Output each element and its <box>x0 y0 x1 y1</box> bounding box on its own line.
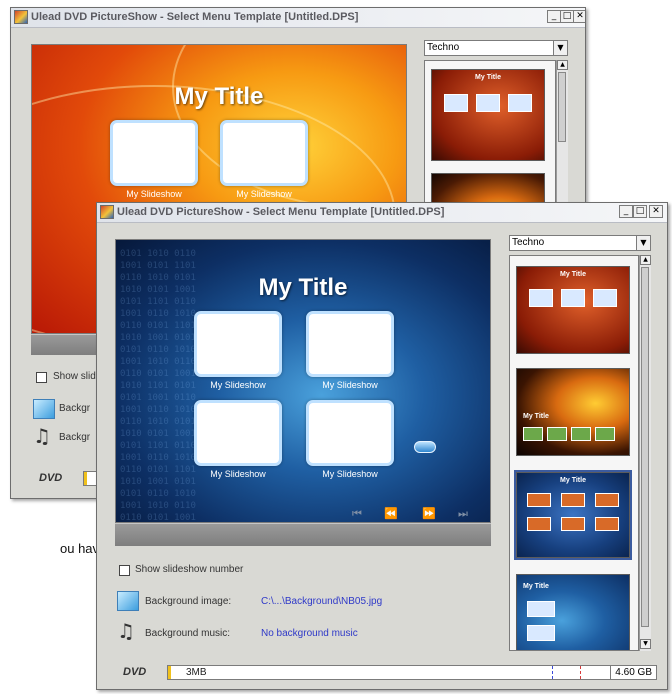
background-music-label: Background music: <box>145 628 231 639</box>
template-title: My Title <box>523 583 549 590</box>
show-numbers-checkbox[interactable] <box>119 565 130 576</box>
template-thumbnail[interactable]: My Title <box>516 368 630 456</box>
capacity-marker <box>552 666 553 679</box>
window-title: Ulead DVD PictureShow - Select Menu Temp… <box>31 11 359 23</box>
scroll-thumb[interactable] <box>558 72 566 142</box>
template-mini-thumb <box>523 427 543 441</box>
template-mini-thumb <box>561 517 585 531</box>
capacity-fill <box>168 666 171 679</box>
theme-dropdown-value: Techno <box>427 42 460 53</box>
menu-preview: 0101 1010 0110 1001 0101 1101 0110 1010 … <box>115 239 491 523</box>
slideshow-thumbnail[interactable] <box>194 311 282 377</box>
slideshow-label: My Slideshow <box>236 189 292 199</box>
template-thumbnail[interactable]: My Title <box>516 266 630 354</box>
background-music-label: Backgr <box>59 432 91 443</box>
chevron-down-icon[interactable]: ▼ <box>636 236 650 250</box>
scroll-up-button[interactable]: ▲ <box>557 60 568 70</box>
theme-dropdown[interactable]: Techno ▼ <box>509 235 651 251</box>
template-thumbnail-selected[interactable]: My Title <box>514 470 632 560</box>
menu-title: My Title <box>258 274 348 301</box>
template-mini-thumb <box>595 493 619 507</box>
template-mini-thumb <box>527 517 551 531</box>
slideshow-thumbnail[interactable] <box>194 400 282 466</box>
template-title: My Title <box>560 271 586 278</box>
dvd-logo: DVD <box>39 472 63 484</box>
scroll-up-button[interactable]: ▲ <box>640 255 651 265</box>
first-icon[interactable]: ⏮ <box>352 507 362 521</box>
slideshow-thumbnail[interactable] <box>306 311 394 377</box>
window-title: Ulead DVD PictureShow - Select Menu Temp… <box>117 206 445 218</box>
template-mini-thumb <box>529 289 553 307</box>
music-note-icon[interactable]: ♫ <box>33 426 51 446</box>
capacity-bar: 3MB 4.60 GB <box>167 665 657 680</box>
slideshow-label: My Slideshow <box>322 380 378 390</box>
template-mini-thumb <box>593 289 617 307</box>
template-title: My Title <box>560 477 586 484</box>
template-mini-thumb <box>561 289 585 307</box>
template-mini-thumb <box>508 94 532 112</box>
slideshow-thumbnail[interactable] <box>306 400 394 466</box>
preview-nav-bar <box>115 523 491 546</box>
maximize-button[interactable]: □ <box>633 205 647 218</box>
template-mini-thumb <box>527 493 551 507</box>
capacity-fill <box>84 472 87 485</box>
app-icon <box>100 205 114 219</box>
capacity-marker <box>580 666 581 679</box>
background-image-label: Backgr <box>59 403 91 414</box>
template-mini-thumb <box>527 625 555 641</box>
slideshow-label: My Slideshow <box>210 469 266 479</box>
template-mini-thumb <box>571 427 591 441</box>
rewind-icon[interactable]: ⏪ <box>384 507 398 520</box>
background-image-icon[interactable] <box>33 399 55 419</box>
app-icon <box>14 10 28 24</box>
background-music-value[interactable]: No background music <box>261 628 358 639</box>
template-thumbnail[interactable]: My Title <box>516 574 630 650</box>
close-button[interactable]: ✕ <box>573 10 585 23</box>
minimize-button[interactable]: _ <box>547 10 561 23</box>
front-window: Ulead DVD PictureShow - Select Menu Temp… <box>96 202 668 690</box>
template-list[interactable]: My Title My Title My Title My Title <box>509 255 639 651</box>
template-thumbnail[interactable]: My Title <box>431 69 545 161</box>
template-mini-thumb <box>527 601 555 617</box>
background-image-label: Background image: <box>145 596 232 607</box>
template-mini-thumb <box>547 427 567 441</box>
template-mini-thumb <box>561 493 585 507</box>
theme-dropdown[interactable]: Techno ▼ <box>424 40 568 56</box>
slideshow-label: My Slideshow <box>126 189 182 199</box>
capacity-total: 4.60 GB <box>610 666 656 679</box>
chevron-down-icon[interactable]: ▼ <box>553 41 567 55</box>
next-page-button[interactable] <box>414 441 436 453</box>
menu-title: My Title <box>174 83 264 110</box>
show-numbers-label: Show slideshow number <box>135 564 244 575</box>
slideshow-thumbnail[interactable] <box>110 120 198 186</box>
template-title: My Title <box>475 74 501 81</box>
template-mini-thumb <box>444 94 468 112</box>
background-image-icon[interactable] <box>117 591 139 611</box>
template-scrollbar[interactable]: ▲ ▼ <box>639 255 651 651</box>
theme-dropdown-value: Techno <box>512 237 545 248</box>
show-numbers-checkbox[interactable] <box>36 372 47 383</box>
background-image-value[interactable]: C:\...\Background\NB05.jpg <box>261 596 382 607</box>
maximize-button[interactable]: □ <box>560 10 574 23</box>
dvd-logo: DVD <box>123 666 147 678</box>
template-mini-thumb <box>595 427 615 441</box>
scroll-thumb[interactable] <box>641 267 649 627</box>
slideshow-label: My Slideshow <box>210 380 266 390</box>
slideshow-label: My Slideshow <box>322 469 378 479</box>
capacity-used: 3MB <box>186 667 207 678</box>
music-note-icon[interactable]: ♫ <box>117 621 135 641</box>
fast-forward-icon[interactable]: ⏩ <box>422 507 436 520</box>
template-mini-thumb <box>595 517 619 531</box>
scroll-down-button[interactable]: ▼ <box>640 639 651 649</box>
last-icon[interactable]: ⏭ <box>458 507 468 521</box>
title-bar[interactable]: Ulead DVD PictureShow - Select Menu Temp… <box>11 8 585 28</box>
template-title: My Title <box>523 413 549 420</box>
minimize-button[interactable]: _ <box>619 205 633 218</box>
close-button[interactable]: ✕ <box>649 205 663 218</box>
template-mini-thumb <box>476 94 500 112</box>
slideshow-thumbnail[interactable] <box>220 120 308 186</box>
title-bar[interactable]: Ulead DVD PictureShow - Select Menu Temp… <box>97 203 667 223</box>
